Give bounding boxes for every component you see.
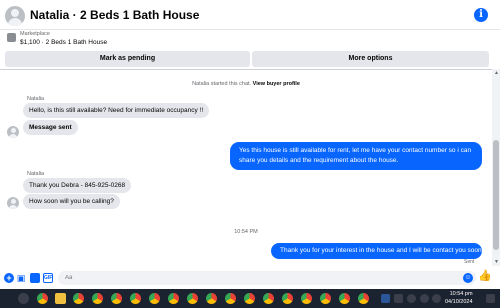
chrome-icon[interactable]: [92, 293, 103, 304]
avatar[interactable]: [7, 197, 19, 209]
notification-icon[interactable]: [486, 294, 495, 303]
chrome-icon[interactable]: [73, 293, 84, 304]
chrome-icon[interactable]: [225, 293, 236, 304]
incoming-message[interactable]: Thank you Debra - 845-925-0268: [23, 178, 132, 193]
message-timestamp: 10:54 PM: [234, 229, 258, 235]
chrome-icon[interactable]: [130, 293, 141, 304]
sender-name: Natalia: [27, 96, 45, 102]
chrome-icon[interactable]: [37, 293, 48, 304]
sender-name: Natalia: [27, 171, 45, 177]
avatar-head: [10, 199, 16, 204]
notes-icon[interactable]: [381, 294, 390, 303]
chrome-icon[interactable]: [263, 293, 274, 304]
sent-status: Sent: [464, 259, 475, 265]
message-input[interactable]: [58, 271, 476, 285]
gif-icon[interactable]: GIF: [43, 273, 53, 283]
file-explorer-icon[interactable]: [55, 293, 66, 304]
avatar-head: [11, 9, 19, 17]
incoming-message[interactable]: How soon will you be calling?: [23, 194, 120, 209]
scrollbar-thumb[interactable]: [493, 140, 499, 250]
listing-source: Marketplace: [20, 31, 50, 37]
battery-icon[interactable]: [432, 294, 441, 303]
chrome-icon[interactable]: [358, 293, 369, 304]
more-options-button[interactable]: More options: [252, 51, 489, 67]
system-clock[interactable]: 10:54 pm 04/10/2024: [445, 290, 473, 306]
chrome-icon[interactable]: [282, 293, 293, 304]
avatar-body: [9, 133, 17, 138]
chrome-icon[interactable]: [111, 293, 122, 304]
clock-time: 10:54 pm: [449, 291, 473, 297]
chrome-icon[interactable]: [320, 293, 331, 304]
chrome-icon[interactable]: [149, 293, 160, 304]
scroll-down-icon[interactable]: ▼: [494, 259, 499, 265]
listing-title[interactable]: $1,100 · 2 Beds 1 Bath House: [20, 39, 107, 46]
thumbs-up-icon[interactable]: 👍: [478, 271, 492, 284]
gallery-icon[interactable]: ▣: [16, 273, 26, 283]
outgoing-message[interactable]: Yes this house is still available for re…: [230, 142, 482, 170]
view-buyer-profile-link[interactable]: View buyer profile: [253, 81, 300, 87]
chrome-icon[interactable]: [168, 293, 179, 304]
plus-icon[interactable]: +: [4, 273, 14, 283]
outgoing-message[interactable]: Thank you for your interest in the house…: [271, 243, 483, 259]
system-note: Natalia started this chat. View buyer pr…: [0, 81, 492, 87]
wifi-icon[interactable]: [407, 294, 416, 303]
avatar-head: [10, 128, 16, 133]
avatar-body: [9, 204, 17, 209]
sticker-icon[interactable]: [30, 273, 40, 283]
avatar[interactable]: [7, 126, 19, 138]
chrome-icon[interactable]: [206, 293, 217, 304]
chrome-icon[interactable]: [339, 293, 350, 304]
chrome-icon[interactable]: [301, 293, 312, 304]
avatar[interactable]: [5, 6, 25, 26]
incoming-message[interactable]: Hello, is this still available? Need for…: [23, 103, 210, 118]
system-note-text: Natalia started this chat.: [192, 81, 252, 87]
chrome-icon[interactable]: [187, 293, 198, 304]
scroll-up-icon[interactable]: ▲: [494, 70, 499, 76]
info-icon[interactable]: i: [474, 8, 488, 22]
emoji-icon[interactable]: ☺: [463, 273, 473, 283]
clock-date: 04/10/2024: [445, 299, 473, 305]
chrome-icon[interactable]: [244, 293, 255, 304]
marketplace-icon: [7, 33, 16, 42]
avatar-body: [8, 18, 22, 26]
mark-as-pending-button[interactable]: Mark as pending: [5, 51, 250, 67]
divider: [0, 69, 492, 70]
incoming-message[interactable]: Message sent: [23, 120, 78, 135]
volume-icon[interactable]: [420, 294, 429, 303]
chat-title[interactable]: Natalia · 2 Beds 1 Bath House: [30, 8, 199, 22]
search-icon[interactable]: [18, 293, 29, 304]
tray-overflow-icon[interactable]: [394, 294, 403, 303]
